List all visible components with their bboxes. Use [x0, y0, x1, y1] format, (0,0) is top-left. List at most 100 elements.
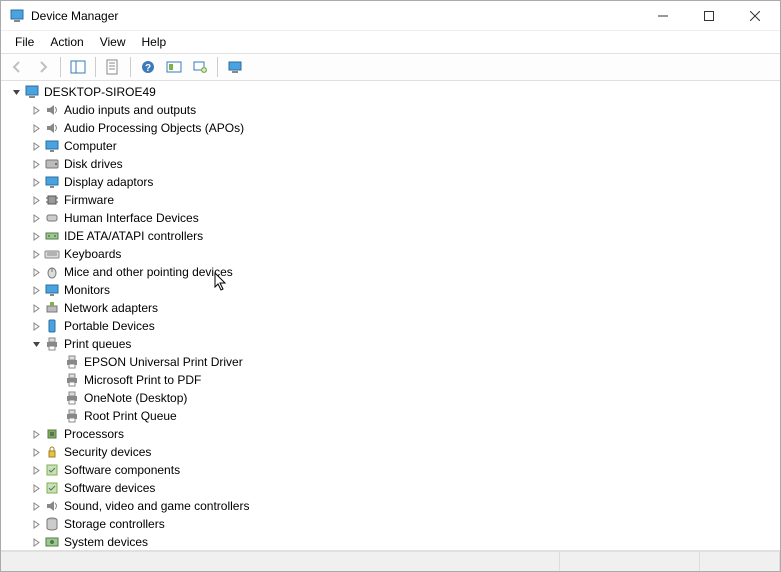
chevron-right-icon[interactable]	[29, 517, 43, 531]
chevron-right-icon[interactable]	[29, 229, 43, 243]
printer-icon	[64, 372, 80, 388]
printer-icon	[64, 408, 80, 424]
close-button[interactable]	[732, 1, 778, 31]
tree-node-label: IDE ATA/ATAPI controllers	[64, 229, 203, 243]
tree-category[interactable]: Storage controllers	[5, 515, 780, 533]
tree-category[interactable]: Software components	[5, 461, 780, 479]
show-hide-tree-button[interactable]	[66, 55, 90, 79]
chevron-right-icon[interactable]	[29, 121, 43, 135]
menu-file[interactable]: File	[7, 33, 42, 51]
tree-category[interactable]: Portable Devices	[5, 317, 780, 335]
chevron-right-icon[interactable]	[29, 535, 43, 549]
tree-node-label: OneNote (Desktop)	[84, 391, 187, 405]
tree-category[interactable]: Computer	[5, 137, 780, 155]
tree-device[interactable]: EPSON Universal Print Driver	[5, 353, 780, 371]
maximize-button[interactable]	[686, 1, 732, 31]
tree-node-label: Sound, video and game controllers	[64, 499, 249, 513]
tree-device[interactable]: Microsoft Print to PDF	[5, 371, 780, 389]
menu-help[interactable]: Help	[134, 33, 175, 51]
tree-node-label: System devices	[64, 535, 148, 549]
tree-node-label: Monitors	[64, 283, 110, 297]
chevron-down-icon[interactable]	[29, 337, 43, 351]
chevron-right-icon[interactable]	[29, 301, 43, 315]
tree-node-label: Software components	[64, 463, 180, 477]
tree-node-label: Network adapters	[64, 301, 158, 315]
tree-category[interactable]: Monitors	[5, 281, 780, 299]
menu-action[interactable]: Action	[42, 33, 91, 51]
tree-category[interactable]: Audio inputs and outputs	[5, 101, 780, 119]
chevron-right-icon[interactable]	[29, 211, 43, 225]
chevron-right-icon[interactable]	[29, 175, 43, 189]
tree-root[interactable]: DESKTOP-SIROE49	[5, 83, 780, 101]
tree-category[interactable]: Security devices	[5, 443, 780, 461]
help-button[interactable]: ?	[136, 55, 160, 79]
remote-computer-button[interactable]	[223, 55, 247, 79]
chevron-right-icon[interactable]	[29, 247, 43, 261]
tree-category[interactable]: Keyboards	[5, 245, 780, 263]
chevron-right-icon[interactable]	[29, 103, 43, 117]
statusbar-cell	[560, 552, 700, 571]
software-icon	[44, 462, 60, 478]
ide-icon	[44, 228, 60, 244]
tree-category[interactable]: Audio Processing Objects (APOs)	[5, 119, 780, 137]
toolbar-separator	[95, 57, 96, 77]
security-icon	[44, 444, 60, 460]
tree-category[interactable]: Sound, video and game controllers	[5, 497, 780, 515]
cpu-icon	[44, 426, 60, 442]
app-icon	[9, 8, 25, 24]
tree-category[interactable]: System devices	[5, 533, 780, 551]
properties-button[interactable]	[101, 55, 125, 79]
chevron-right-icon[interactable]	[29, 445, 43, 459]
network-icon	[44, 300, 60, 316]
chip-icon	[44, 192, 60, 208]
chevron-right-icon[interactable]	[29, 265, 43, 279]
tree-category[interactable]: Disk drives	[5, 155, 780, 173]
menubar: File Action View Help	[1, 31, 780, 53]
tree-device[interactable]: Root Print Queue	[5, 407, 780, 425]
toolbar: ?	[1, 53, 780, 81]
back-button[interactable]	[5, 55, 29, 79]
tree-node-label: Processors	[64, 427, 124, 441]
menu-view[interactable]: View	[92, 33, 134, 51]
minimize-button[interactable]	[640, 1, 686, 31]
tree-device[interactable]: OneNote (Desktop)	[5, 389, 780, 407]
printer-icon	[64, 354, 80, 370]
tree-node-label: Display adaptors	[64, 175, 153, 189]
tree-category[interactable]: Display adaptors	[5, 173, 780, 191]
tree-category[interactable]: Processors	[5, 425, 780, 443]
forward-button[interactable]	[31, 55, 55, 79]
tree-category[interactable]: Firmware	[5, 191, 780, 209]
tree-node-label: Computer	[64, 139, 117, 153]
statusbar-cell	[1, 552, 560, 571]
chevron-right-icon[interactable]	[29, 463, 43, 477]
tree-category[interactable]: Network adapters	[5, 299, 780, 317]
chevron-right-icon[interactable]	[29, 283, 43, 297]
tree-node-label: EPSON Universal Print Driver	[84, 355, 243, 369]
tree-node-label: Storage controllers	[64, 517, 165, 531]
chevron-right-icon[interactable]	[29, 157, 43, 171]
tree-node-label: Keyboards	[64, 247, 121, 261]
chevron-right-icon[interactable]	[29, 193, 43, 207]
chevron-down-icon[interactable]	[9, 85, 23, 99]
device-tree[interactable]: DESKTOP-SIROE49Audio inputs and outputs A…	[1, 81, 780, 551]
monitor-icon	[44, 282, 60, 298]
chevron-right-icon[interactable]	[29, 427, 43, 441]
speaker-icon	[44, 120, 60, 136]
printer-icon	[64, 390, 80, 406]
chevron-right-icon[interactable]	[29, 481, 43, 495]
chevron-right-icon[interactable]	[29, 499, 43, 513]
chevron-right-icon[interactable]	[29, 139, 43, 153]
tree-node-label: Mice and other pointing devices	[64, 265, 233, 279]
update-driver-button[interactable]	[162, 55, 186, 79]
toolbar-separator	[130, 57, 131, 77]
tree-category[interactable]: IDE ATA/ATAPI controllers	[5, 227, 780, 245]
tree-category[interactable]: Print queues	[5, 335, 780, 353]
tree-category[interactable]: Software devices	[5, 479, 780, 497]
tree-category[interactable]: Human Interface Devices	[5, 209, 780, 227]
scan-hardware-button[interactable]	[188, 55, 212, 79]
tree-category[interactable]: Mice and other pointing devices	[5, 263, 780, 281]
system-icon	[44, 534, 60, 550]
chevron-right-icon[interactable]	[29, 319, 43, 333]
mouse-icon	[44, 264, 60, 280]
tree-node-label: Audio Processing Objects (APOs)	[64, 121, 244, 135]
